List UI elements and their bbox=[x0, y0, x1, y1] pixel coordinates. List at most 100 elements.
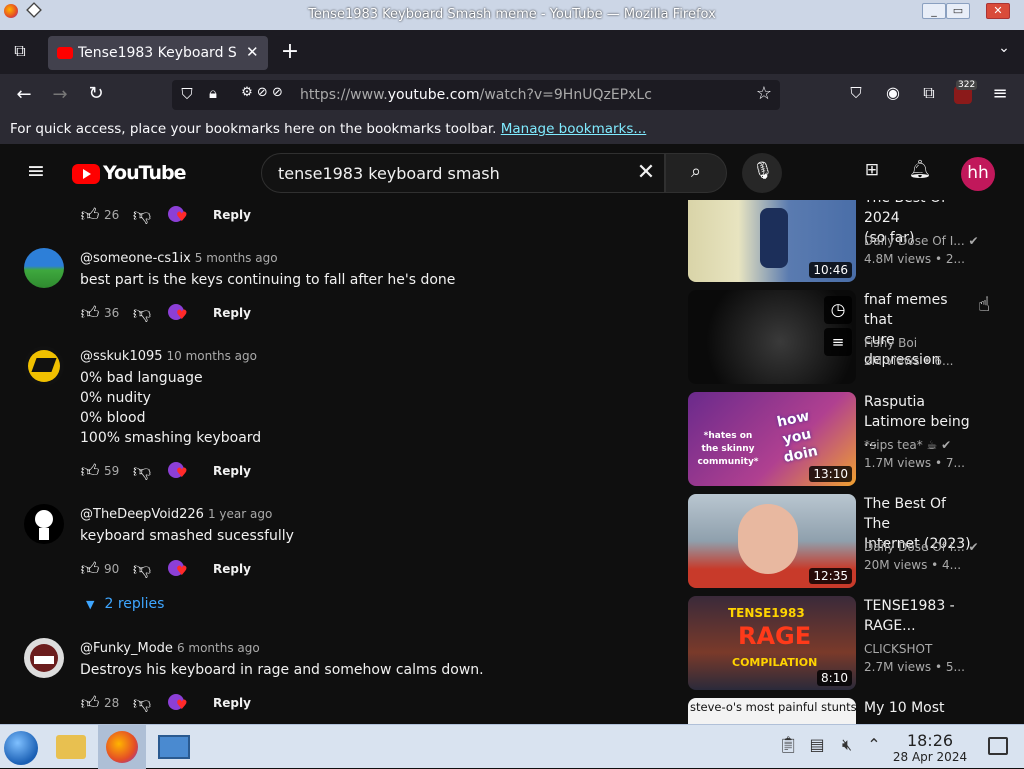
hamburger-menu-icon[interactable]: ≡ bbox=[24, 159, 48, 184]
comment-author[interactable]: @TheDeepVoid226 1 year ago bbox=[80, 507, 272, 522]
video-thumbnail[interactable]: *hates on the skinny community* how you … bbox=[688, 392, 856, 486]
video-thumbnail[interactable]: 12:35 bbox=[688, 494, 856, 588]
clear-search-icon[interactable]: ✕ bbox=[634, 160, 658, 185]
new-tab-icon[interactable]: + bbox=[280, 39, 300, 64]
system-monitor-icon[interactable] bbox=[158, 735, 190, 759]
extensions-icon[interactable]: ⧉ bbox=[918, 83, 940, 103]
app-menu-icon[interactable]: ≡ bbox=[990, 83, 1010, 104]
shield-icon[interactable]: ⛉ bbox=[178, 85, 196, 103]
video-item[interactable]: TENSE1983 RAGE COMPILATION 8:10 TENSE198… bbox=[688, 596, 1008, 690]
reply-button[interactable]: Reply bbox=[213, 696, 251, 710]
comment-time[interactable]: 1 year ago bbox=[208, 507, 272, 521]
like-icon[interactable]: 👍︎ bbox=[80, 204, 100, 226]
pocket-icon[interactable]: ⛉ bbox=[846, 84, 866, 102]
reply-button[interactable]: Reply bbox=[213, 464, 251, 478]
comment-text: 0% bad language 0% nudity 0% blood 100% … bbox=[80, 368, 261, 448]
tray-expand-icon[interactable]: ⌃ bbox=[864, 735, 884, 754]
avatar[interactable] bbox=[24, 346, 64, 386]
url-text[interactable]: https://www.youtube.com/watch?v=9HnUQzEP… bbox=[300, 87, 652, 103]
video-item[interactable]: 12:35 The Best Of The Internet (2023) Dai… bbox=[688, 494, 1008, 588]
dislike-icon[interactable]: 👎︎ bbox=[132, 558, 152, 580]
watch-later-icon[interactable]: ◷ bbox=[824, 296, 852, 324]
device-icon[interactable]: ▤ bbox=[808, 735, 826, 754]
video-duration: 12:35 bbox=[809, 568, 852, 584]
notifications-bell-icon[interactable]: 🔔︎ bbox=[908, 159, 932, 180]
reply-button[interactable]: Reply bbox=[213, 208, 251, 222]
verified-icon: ✔ bbox=[968, 234, 979, 248]
comment-line: 0% blood bbox=[80, 410, 146, 426]
reply-button[interactable]: Reply bbox=[213, 562, 251, 576]
close-window-button[interactable]: ✕ bbox=[986, 3, 1010, 19]
comment-author[interactable]: @Funky_Mode 6 months ago bbox=[80, 641, 260, 656]
bookmark-star-icon[interactable]: ☆ bbox=[754, 83, 774, 104]
file-manager-icon[interactable] bbox=[56, 735, 86, 759]
search-button[interactable]: ⌕ bbox=[665, 153, 727, 193]
video-item[interactable]: 10:46 The Best Of 2024(so far) Daily Dos… bbox=[688, 200, 1008, 282]
maximize-button[interactable]: ▭ bbox=[946, 3, 970, 19]
close-tab-icon[interactable]: ✕ bbox=[246, 43, 259, 61]
like-icon[interactable]: 👍︎ bbox=[80, 302, 100, 324]
search-icon: ⌕ bbox=[690, 161, 702, 182]
list-tabs-icon[interactable]: ⌄ bbox=[994, 40, 1014, 56]
comment-time[interactable]: 6 months ago bbox=[177, 641, 260, 655]
manage-bookmarks-link[interactable]: Manage bookmarks... bbox=[501, 121, 647, 137]
add-to-queue-icon[interactable]: ≡ bbox=[824, 328, 852, 356]
video-item[interactable]: *hates on the skinny community* how you … bbox=[688, 392, 1008, 486]
video-channel[interactable]: Daily Dose Of I... ✔ bbox=[864, 234, 979, 248]
create-video-icon[interactable]: ⊞ bbox=[860, 160, 884, 180]
comment-author[interactable]: @sskuk1095 10 months ago bbox=[80, 349, 257, 364]
comment-time[interactable]: 5 months ago bbox=[195, 251, 278, 265]
video-title[interactable]: My 10 Most bbox=[864, 698, 974, 718]
permissions-icon[interactable]: ⚙ ⊘ ⊘ bbox=[232, 85, 292, 100]
comment-time[interactable]: 10 months ago bbox=[167, 349, 257, 363]
video-channel[interactable]: CLICKSHOT bbox=[864, 642, 932, 656]
clock[interactable]: 18:26 28 Apr 2024 bbox=[890, 731, 970, 764]
minimize-button[interactable]: _ bbox=[922, 3, 946, 19]
like-icon[interactable]: 👍︎ bbox=[80, 460, 100, 482]
video-thumbnail[interactable]: steve-o's most painful stunts! bbox=[688, 698, 856, 724]
search-input[interactable]: tense1983 keyboard smash bbox=[278, 164, 500, 183]
dislike-icon[interactable]: 👎︎ bbox=[132, 302, 152, 324]
like-icon[interactable]: 👍︎ bbox=[80, 692, 100, 714]
browser-tab[interactable]: Tense1983 Keyboard Smash meme ✕ bbox=[48, 36, 268, 70]
dislike-icon[interactable]: 👎︎ bbox=[132, 204, 152, 226]
video-thumbnail[interactable]: ◷ ≡ bbox=[688, 290, 856, 384]
comment-actions: 👍︎ 26 👎︎ ♥ Reply bbox=[80, 204, 280, 228]
avatar[interactable] bbox=[24, 638, 64, 678]
volume-muted-icon[interactable]: 🔇︎ bbox=[836, 735, 858, 755]
tea-cup-icon: ☕ bbox=[926, 438, 938, 452]
back-icon[interactable]: ← bbox=[12, 84, 36, 105]
video-channel[interactable]: Fishy Boi bbox=[864, 336, 917, 350]
video-channel[interactable]: Daily Dose Of I... ✔ bbox=[864, 540, 979, 554]
video-item[interactable]: steve-o's most painful stunts! My 10 Mos… bbox=[688, 698, 1008, 724]
like-icon[interactable]: 👍︎ bbox=[80, 558, 100, 580]
tab-label: Tense1983 Keyboard Smash meme bbox=[78, 45, 238, 61]
search-box[interactable]: tense1983 keyboard smash ✕ bbox=[261, 153, 665, 193]
comment-author[interactable]: @someone-cs1ix 5 months ago bbox=[80, 251, 278, 266]
firefox-taskbar-button[interactable] bbox=[98, 725, 146, 769]
video-item[interactable]: ◷ ≡ fnaf memes that cure depression Fishy… bbox=[688, 290, 1008, 384]
show-desktop-icon[interactable] bbox=[988, 737, 1008, 755]
avatar[interactable] bbox=[24, 248, 64, 288]
video-channel[interactable]: *sips tea* ☕ ✔ bbox=[864, 438, 951, 452]
youtube-logo[interactable]: YouTube bbox=[72, 162, 186, 186]
video-thumbnail[interactable]: 10:46 bbox=[688, 200, 856, 282]
lock-icon[interactable]: 🔒︎ bbox=[204, 84, 222, 102]
video-thumbnail[interactable]: TENSE1983 RAGE COMPILATION 8:10 bbox=[688, 596, 856, 690]
clipboard-icon[interactable]: 📋︎ bbox=[778, 735, 798, 754]
reload-icon[interactable]: ↻ bbox=[84, 83, 108, 104]
dislike-icon[interactable]: 👎︎ bbox=[132, 692, 152, 714]
start-menu-button[interactable] bbox=[4, 731, 38, 765]
tab-overview-icon[interactable]: ⧉ bbox=[10, 41, 30, 61]
video-duration: 10:46 bbox=[809, 262, 852, 278]
account-avatar[interactable]: hh bbox=[961, 157, 995, 191]
avatar[interactable] bbox=[24, 504, 64, 544]
video-title[interactable]: TENSE1983 - RAGE... bbox=[864, 596, 974, 636]
voice-search-button[interactable]: 🎙︎ bbox=[742, 153, 782, 193]
reply-button[interactable]: Reply bbox=[213, 306, 251, 320]
view-replies-button[interactable]: ▼ 2 replies bbox=[86, 596, 164, 612]
dislike-icon[interactable]: 👎︎ bbox=[132, 460, 152, 482]
forward-icon[interactable]: → bbox=[48, 84, 72, 105]
url-bar[interactable]: ⛉ 🔒︎ ⚙ ⊘ ⊘ https://www.youtube.com/watch… bbox=[172, 80, 780, 110]
account-icon[interactable]: ◉ bbox=[882, 83, 904, 102]
